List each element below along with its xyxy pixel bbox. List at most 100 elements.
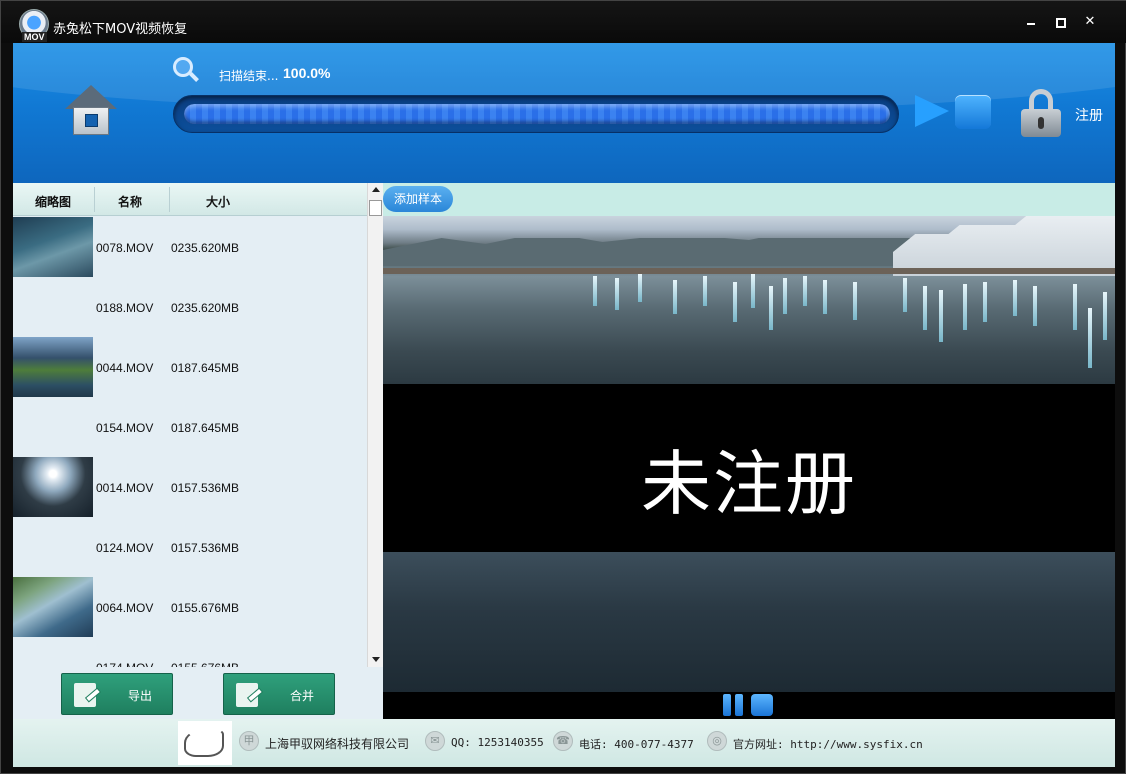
file-row[interactable]: 0154.MOV 0187.645MB	[13, 397, 367, 457]
mooring-pole	[903, 278, 907, 312]
play-button[interactable]	[915, 95, 949, 127]
mooring-pole	[703, 276, 707, 306]
file-list-header: 缩略图 名称 大小	[13, 183, 367, 216]
mooring-pole	[615, 278, 619, 310]
globe-icon: ◎	[707, 731, 727, 751]
website-link[interactable]: 官方网址: http://www.sysfix.cn	[733, 736, 923, 752]
file-name: 0078.MOV	[96, 241, 154, 255]
title-bar[interactable]: MOV 赤兔松下MOV视频恢复 ✕	[1, 1, 1126, 43]
export-button[interactable]: 导出	[61, 673, 173, 715]
mooring-pole	[593, 276, 597, 306]
file-name: 0064.MOV	[96, 601, 154, 615]
unregistered-text: 未注册	[641, 443, 857, 525]
qq-icon: ✉	[425, 731, 445, 751]
file-list: 0078.MOV 0235.620MB 0188.MOV 0235.620MB 0044…	[13, 217, 367, 667]
mooring-pole	[923, 286, 927, 330]
column-size[interactable]: 大小	[206, 193, 230, 210]
mooring-pole	[853, 282, 857, 320]
unregistered-overlay: 未注册	[383, 384, 1115, 552]
mooring-pole	[769, 286, 773, 330]
home-icon	[65, 85, 117, 109]
column-thumbnail[interactable]: 缩略图	[35, 193, 71, 210]
close-button[interactable]: ✕	[1083, 15, 1097, 29]
file-size: 0187.645MB	[171, 361, 240, 375]
maximize-button[interactable]	[1053, 15, 1067, 29]
mooring-pole	[1033, 286, 1037, 326]
mooring-pole	[939, 290, 943, 342]
file-row[interactable]: 0174.MOV 0155.676MB	[13, 637, 367, 667]
mooring-pole	[1013, 280, 1017, 316]
mooring-pole	[803, 276, 807, 306]
merge-icon	[236, 683, 258, 707]
file-name: 0124.MOV	[96, 541, 154, 555]
phone-number: 电话: 400-077-4377	[579, 738, 694, 751]
file-thumbnail	[13, 337, 93, 397]
mooring-pole	[823, 280, 827, 314]
file-row[interactable]: 0078.MOV 0235.620MB	[13, 217, 367, 277]
column-name[interactable]: 名称	[118, 193, 142, 210]
mooring-pole	[1103, 292, 1107, 340]
file-name: 0188.MOV	[96, 301, 154, 315]
phone-icon: ☎	[553, 731, 573, 751]
file-thumbnail	[13, 457, 93, 517]
mooring-pole	[783, 278, 787, 314]
video-preview[interactable]: 未注册	[383, 216, 1115, 692]
mooring-pole	[963, 284, 967, 330]
video-frame-bottom	[383, 552, 1115, 692]
pause-button[interactable]	[723, 694, 745, 716]
lock-icon[interactable]	[1021, 89, 1061, 137]
mooring-pole	[1073, 284, 1077, 330]
footer: 甲 上海甲驭网络科技有限公司 ✉ QQ: 1253140355 ☎ 电话: 40…	[13, 719, 1115, 767]
mooring-pole	[1088, 308, 1092, 368]
app-logo-icon: MOV	[19, 9, 49, 42]
file-list-panel: 缩略图 名称 大小 0078.MOV 0235.620MB 0188.MOV 0235…	[13, 183, 383, 719]
file-list-scrollbar[interactable]	[367, 183, 383, 667]
file-row[interactable]: 0044.MOV 0187.645MB	[13, 337, 367, 397]
scan-status-text: 扫描结束...	[219, 69, 279, 83]
scan-progress-bar	[173, 95, 899, 133]
add-sample-button[interactable]: 添加样本	[383, 186, 453, 212]
register-button[interactable]: 注册	[1075, 105, 1103, 125]
company-icon: 甲	[239, 731, 259, 751]
progress-fill	[184, 104, 890, 124]
mooring-pole	[983, 282, 987, 322]
scan-percent: 100.0%	[283, 65, 331, 81]
minimize-button[interactable]	[1024, 15, 1038, 29]
video-frame-image	[383, 216, 1115, 384]
file-row[interactable]: 0064.MOV 0155.676MB	[13, 577, 367, 637]
window-title: 赤兔松下MOV视频恢复	[53, 22, 188, 37]
stop-button[interactable]	[955, 95, 991, 129]
file-size: 0157.536MB	[171, 541, 240, 555]
file-size: 0235.620MB	[171, 241, 240, 255]
file-row[interactable]: 0014.MOV 0157.536MB	[13, 457, 367, 517]
preview-stop-button[interactable]	[751, 694, 773, 716]
playback-controls	[383, 692, 1115, 719]
company-name: 上海甲驭网络科技有限公司	[265, 737, 410, 751]
file-size: 0187.645MB	[171, 421, 240, 435]
file-name: 0174.MOV	[96, 661, 153, 667]
export-icon	[74, 683, 96, 707]
preview-panel: 添加样本 未注册	[383, 183, 1115, 719]
file-size: 0155.676MB	[171, 661, 239, 667]
file-row[interactable]: 0124.MOV 0157.536MB	[13, 517, 367, 577]
mooring-pole	[733, 282, 737, 322]
file-row[interactable]: 0188.MOV 0235.620MB	[13, 277, 367, 337]
file-thumbnail	[13, 577, 93, 637]
logo-mov-text: MOV	[22, 32, 47, 42]
file-name: 0154.MOV	[96, 421, 154, 435]
home-button[interactable]	[65, 83, 117, 139]
qq-number: QQ: 1253140355	[451, 736, 544, 749]
scroll-down-arrow-icon[interactable]	[372, 657, 380, 662]
company-logo	[178, 721, 232, 765]
file-thumbnail	[13, 217, 93, 277]
mooring-pole	[751, 274, 755, 308]
scroll-up-arrow-icon[interactable]	[372, 187, 380, 192]
mooring-pole	[638, 274, 642, 302]
scroll-thumb[interactable]	[369, 200, 382, 216]
file-name: 0014.MOV	[96, 481, 154, 495]
mooring-pole	[673, 280, 677, 314]
merge-button[interactable]: 合并	[223, 673, 335, 715]
toolbar-header: 扫描结束... 100.0% 注册	[13, 43, 1115, 183]
file-name: 0044.MOV	[96, 361, 154, 375]
file-size: 0235.620MB	[171, 301, 240, 315]
